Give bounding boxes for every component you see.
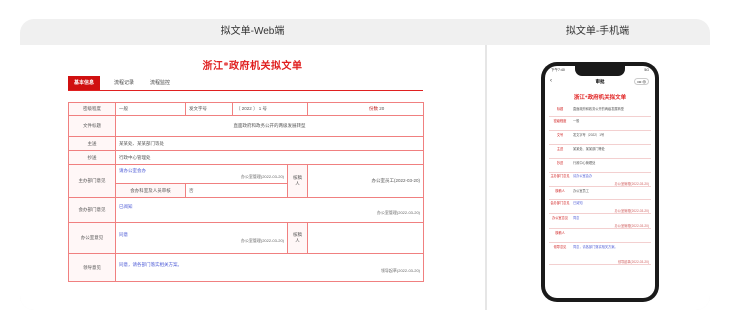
mobile-row-value: 一般 [573,119,580,123]
mobile-row-label: 主送 [556,147,564,151]
mobile-row-sign: 领导起草(2022-03-20) [617,260,649,264]
comparison-frame: 拟文单-Web端 拟文单-手机端 浙江*政府机关拟文单 基本信息 流程记录 流程… [20,19,710,310]
list-item[interactable]: 领导意见 同意，请各部门落实相关方案。领导起草(2022-03-20) [549,244,651,265]
web-doc-title: 浙江*政府机关拟文单 [202,61,303,72]
table-row: 主送 某某处、某某部门等处 [68,136,425,151]
list-item[interactable]: 会办部门意见 已阅知办公室管理(2022-03-20) [549,200,651,214]
secret-value[interactable]: 一般 [115,102,186,116]
pages-cell: 份数 20 [307,102,425,116]
table-row: 办公室意见 同意 办公室管理(2022-03-20) 核稿人 [68,222,425,254]
leader-cell: 同意，请各部门落实相关方案。 领导起草(2022-03-20) [114,253,425,282]
phone-notch [575,66,625,76]
table-row: 抄送 行政中心管理处 [68,150,425,165]
mobile-row-label: 核稿人 [555,189,565,193]
mobile-row-label: 主办部门意见 [550,174,570,178]
tab-flow-monitor[interactable]: 流程监控 [150,76,170,90]
table-row: 文件标题 直面政府和政务公开的两级发展转型 [68,115,425,137]
main-send-label: 主送 [68,136,116,151]
status-signal: 5G [644,68,649,72]
leader-sign: 领导起草(2022-03-20) [380,267,421,273]
office-sign: 办公室管理(2022-03-20) [240,238,284,243]
mobile-header: 拟文单-手机端 [565,26,630,37]
mobile-row-value: 发文字号〔2022〕1号 [573,133,605,137]
co-label: 会办部门意见 [68,197,116,223]
pages-label: 份数 [369,106,379,111]
doc-no-value[interactable]: 〔 2022 〕 1 号 [231,102,309,116]
mobile-doc-title: 浙江*政府机关拟文单 [573,95,627,101]
mobile-row-label: 标题 [556,107,564,111]
co-cell: 已阅知 办公室管理(2022-03-20) [114,197,425,223]
pages-value[interactable]: 20 [379,106,384,111]
checker-label: 核稿人 [286,164,309,198]
main-send-value[interactable]: 某某处、某某部门等处 [114,136,425,151]
mobile-row-label: 抄送 [556,161,564,165]
form-table: 密级程度 一般 发文字号 〔 2022 〕 1 号 份数 20 文件标题 直面政… [68,102,425,282]
checker-sign: 办公室员工(2022-03-20) [307,164,425,198]
mobile-row-value: 已阅知 [573,201,583,205]
cc-value[interactable]: 行政中心管理处 [114,150,425,165]
mobile-row-value: 行政中心管理处 [573,161,596,165]
secret-label: 密级程度 [68,102,116,116]
mobile-row-value: 某某处、某某部门等处 [573,147,605,151]
cc-label: 抄送 [68,150,116,165]
dept-review-button[interactable]: 会办科室及人员审核 [115,183,186,198]
mobile-row-value: 同意，请各部门落实相关方案。 [573,245,618,249]
mobile-row-sign: 办公室管理(2022-03-20) [614,224,649,228]
mobile-row-label: 密级程度 [553,119,567,123]
mobile-row-sign: 办公室管理(2022-03-20) [614,209,649,213]
web-panel: 浙江*政府机关拟文单 基本信息 流程记录 流程监控 密级程度 一般 发文字号 〔… [20,45,485,310]
mobile-row-label: 会办部门意见 [550,201,570,205]
mobile-panel: 下午7:40 5G ‹ 审批 ••• ◎ 浙江*政府机关拟文单 标题 直面政府和政… [487,45,710,310]
list-item[interactable]: 密级程度 一般 [549,118,651,131]
title-label: 文件标题 [68,115,116,137]
mobile-row-sign: 办公室管理(2022-03-20) [614,182,649,186]
list-item[interactable]: 主办部门意见 请办公室会办办公室管理(2022-03-20) [549,173,651,187]
office-label: 办公室意见 [68,222,116,254]
tab-flow-records[interactable]: 流程记录 [114,76,134,90]
web-tabs: 基本信息 流程记录 流程监控 [68,76,423,91]
table-row: 主办部门意见 请办公室会办 办公室管理(2022-03-20) 核稿人 办公室员… [68,164,425,198]
more-icon[interactable]: ••• ◎ [634,78,649,85]
co-sign: 办公室管理(2022-03-20) [376,210,421,215]
mobile-row-value: 同意 [573,216,580,220]
mobile-row-value: 请办公室会办 [573,174,593,178]
table-row: 领导意见 同意，请各部门落实相关方案。 领导起草(2022-03-20) [68,253,425,282]
list-item[interactable]: 办公室意见 同意办公室管理(2022-03-20) [549,215,651,229]
reviewer-value[interactable] [307,222,425,254]
host-sign: 办公室管理(2022-03-20) [240,174,284,179]
mobile-row-label: 文号 [556,133,564,137]
leader-label: 领导意见 [68,253,116,282]
list-item[interactable]: 标题 直面政府和政务公开的两级发展转型 [549,106,651,117]
web-header: 拟文单-Web端 [220,26,285,37]
title-value[interactable]: 直面政府和政务公开的两级发展转型 [114,115,425,137]
phone-screen: 下午7:40 5G ‹ 审批 ••• ◎ 浙江*政府机关拟文单 标题 直面政府和政… [545,66,655,298]
list-item[interactable]: 核稿人 [549,230,651,243]
phone-frame: 下午7:40 5G ‹ 审批 ••• ◎ 浙江*政府机关拟文单 标题 直面政府和政… [541,62,659,302]
mobile-row-label: 办公室意见 [552,216,568,220]
tab-basic-info[interactable]: 基本信息 [68,76,101,90]
list-item[interactable]: 主送 某某处、某某部门等处 [549,146,651,159]
reviewer-label: 核稿人 [286,222,309,254]
list-item[interactable]: 核稿人 办公室员工 [549,188,651,200]
host-label: 主办部门意见 [68,164,116,198]
mobile-row-value: 直面政府和政务公开的两级发展转型 [573,107,624,111]
table-row: 会办部门意见 已阅知 办公室管理(2022-03-20) [68,197,425,223]
mobile-navbar: ‹ 审批 ••• ◎ [545,77,655,87]
host-opinion-cell: 请办公室会办 办公室管理(2022-03-20) [115,164,288,184]
mobile-row-label: 核稿人 [555,231,565,235]
table-row: 密级程度 一般 发文字号 〔 2022 〕 1 号 份数 20 [68,102,425,116]
list-item[interactable]: 抄送 行政中心管理处 [549,160,651,173]
status-time: 下午7:40 [551,68,565,72]
mobile-row-value: 办公室员工 [573,189,589,193]
mobile-row-label: 领导意见 [553,245,567,249]
list-item[interactable]: 文号 发文字号〔2022〕1号 [549,132,651,145]
doc-no-label: 发文字号 [185,102,233,116]
dept-review-value[interactable]: 否 [185,183,288,198]
office-cell: 同意 办公室管理(2022-03-20) [115,222,288,254]
